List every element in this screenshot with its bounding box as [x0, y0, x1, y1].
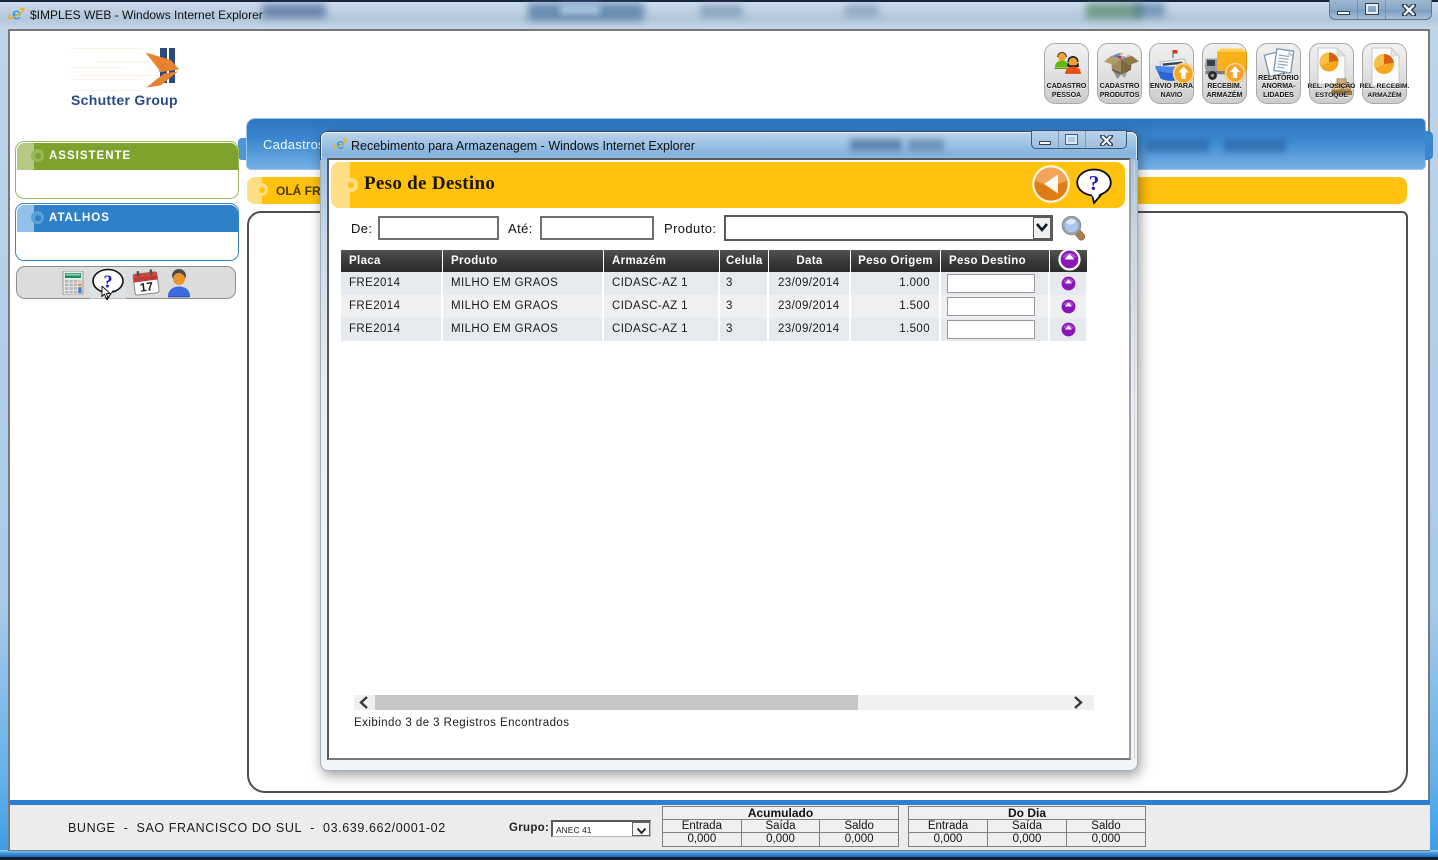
svg-text:17: 17 — [139, 279, 154, 295]
svg-text:?: ? — [1089, 171, 1100, 195]
